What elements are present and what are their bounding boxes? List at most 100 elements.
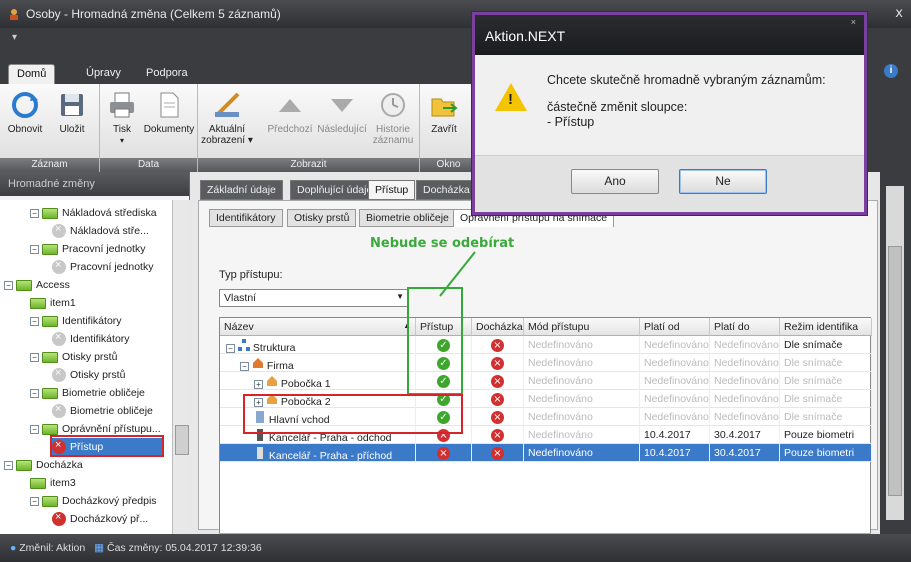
tree-node[interactable]: − Docházka [4, 456, 83, 474]
tab-content: Identifikátory Otisky prstů Biometrie ob… [198, 200, 878, 549]
window-close-button[interactable]: x [895, 6, 903, 21]
tab-zakladni-udaje[interactable]: Základní údaje [200, 180, 283, 200]
table-row-selected[interactable]: Kancelář - Praha - příchod × × Nedefinov… [220, 444, 872, 462]
left-panel-title: Hromadné změny [0, 172, 189, 196]
collapse-icon[interactable]: − [30, 316, 39, 326]
close-window-button[interactable]: Zavřít [424, 90, 464, 135]
item-icon [52, 403, 66, 418]
collapse-icon[interactable]: − [30, 208, 39, 218]
tree-node[interactable]: Identifikátory [52, 330, 130, 348]
dialog-close-icon[interactable]: × [851, 17, 856, 27]
folder-icon [16, 459, 32, 471]
tree-node[interactable]: Pracovní jednotky [52, 258, 153, 276]
tree-node[interactable]: − Biometrie obličeje [30, 384, 145, 402]
collapse-icon[interactable]: − [4, 460, 13, 470]
scrollbar-thumb[interactable] [175, 425, 189, 455]
table-row[interactable]: − Firma ✓ × Nedefinováno Nedefinováno Ne… [220, 354, 872, 372]
collapse-icon[interactable]: − [240, 362, 249, 371]
tree-node[interactable]: item3 [30, 474, 76, 492]
tree-scrollbar[interactable] [172, 200, 190, 534]
tree-node[interactable]: Nákladová stře... [52, 222, 149, 240]
window-title: Osoby - Hromadná změna (Celkem 5 záznamů… [26, 7, 281, 21]
previous-button[interactable]: Předchozí [266, 90, 314, 135]
dialog-footer: Ano Ne [475, 155, 864, 212]
tab-pristup[interactable]: Přístup [368, 180, 416, 200]
tree-node[interactable]: Docházkový př... [52, 510, 148, 528]
folder-icon [42, 207, 58, 219]
ruler-pencil-icon [214, 92, 240, 118]
subtab-biometrie-obliceje[interactable]: Biometrie obličeje [359, 209, 456, 227]
no-entry-icon [52, 511, 66, 526]
table-row[interactable]: − Struktura ✓ × Nedefinováno Nedefinován… [220, 336, 872, 354]
access-type-label: Typ přístupu: [219, 269, 283, 281]
refresh-button[interactable]: Obnovit [4, 90, 46, 135]
collapse-icon[interactable]: − [4, 280, 13, 290]
tree-node[interactable]: − Access [4, 276, 70, 294]
collapse-icon[interactable]: − [30, 424, 39, 434]
tree-node[interactable]: Otisky prstů [52, 366, 125, 384]
tree-view: −Nákladová střediska Nákladová stře... −… [0, 200, 172, 534]
highlight-access-column [407, 287, 463, 395]
subtab-identifikatory[interactable]: Identifikátory [209, 209, 283, 227]
item-icon [52, 223, 66, 238]
scrollbar-thumb[interactable] [888, 246, 902, 496]
expand-icon[interactable]: + [254, 380, 263, 389]
tree-node[interactable]: − Otisky prstů [30, 348, 117, 366]
reader-icon [257, 447, 263, 459]
column-header-rezim[interactable]: Režim identifika [780, 318, 872, 336]
print-button[interactable]: Tisk ▾ [104, 90, 140, 146]
current-view-button[interactable]: Aktuální zobrazení ▾ [200, 90, 254, 146]
info-icon[interactable]: i [884, 64, 898, 78]
tab-doplnujici-udaje[interactable]: Doplňující údaje [290, 180, 380, 200]
subtab-otisky-prstu[interactable]: Otisky prstů [287, 209, 357, 227]
folder-icon [42, 423, 58, 435]
item-icon [52, 331, 66, 346]
tree-node[interactable]: − Identifikátory [30, 312, 122, 330]
save-button[interactable]: Uložit [50, 90, 94, 135]
tree-node[interactable]: Biometrie obličeje [52, 402, 153, 420]
house-icon [253, 358, 263, 368]
tree-node[interactable]: − Docházkový předpis [30, 492, 157, 510]
column-header-dochazka[interactable]: Docházka [472, 318, 524, 336]
ribbon-group-zobrazit: Aktuální zobrazení ▾ Předchozí Následují… [198, 84, 420, 172]
confirm-dialog: Aktion.NEXT × ! Chcete skutečně hromadně… [472, 12, 867, 215]
table-row[interactable]: + Pobočka 1 ✓ × Nedefinováno Nedefinován… [220, 372, 872, 390]
column-header-plati-od[interactable]: Platí od [640, 318, 710, 336]
column-header-mod-pristupu[interactable]: Mód přístupu [524, 318, 640, 336]
collapse-icon[interactable]: − [30, 388, 39, 398]
access-type-select[interactable]: Vlastní ▼ [219, 289, 409, 307]
collapse-icon[interactable]: − [30, 496, 39, 506]
refresh-icon [12, 92, 38, 118]
highlight-selected-node [50, 435, 164, 457]
quick-access-dropdown-icon[interactable]: ▾ [12, 32, 17, 43]
main-area: Základní údaje Doplňující údaje Přístup … [190, 172, 880, 549]
ribbon-group-label: Okno [420, 158, 477, 172]
status-bar: ● Změnil: Aktion ▦ Čas změny: 05.04.2017… [0, 534, 911, 562]
main-vertical-scrollbar[interactable] [880, 172, 911, 534]
ribbon-group-data: Tisk ▾ Dokumenty Data [100, 84, 198, 172]
no-button[interactable]: Ne [679, 169, 767, 194]
collapse-icon[interactable]: − [226, 344, 235, 353]
tab-dochazka[interactable]: Docházka [416, 180, 477, 200]
tab-podpora[interactable]: Podpora [138, 64, 196, 84]
item-icon [52, 259, 66, 274]
collapse-icon[interactable]: − [30, 352, 39, 362]
column-header-plati-do[interactable]: Platí do [710, 318, 780, 336]
tree-node[interactable]: − Nákladová střediska [30, 204, 157, 222]
history-button[interactable]: Historie záznamu [370, 90, 416, 146]
cross-icon: × [491, 429, 504, 442]
tree-node[interactable]: item1 [30, 294, 76, 312]
tab-upravy[interactable]: Úpravy [78, 64, 129, 84]
documents-button[interactable]: Dokumenty [142, 90, 196, 135]
tree-node[interactable]: − Pracovní jednotky [30, 240, 145, 258]
ribbon-group-label: Data [100, 158, 197, 172]
tab-domu[interactable]: Domů [8, 64, 56, 84]
folder-icon [30, 477, 46, 489]
arrow-down-icon [331, 99, 353, 112]
document-icon [160, 92, 179, 118]
item-icon [52, 367, 66, 382]
yes-button[interactable]: Ano [571, 169, 659, 194]
column-header-nazev[interactable]: Název ▲ [220, 318, 416, 336]
next-button[interactable]: Následující [316, 90, 368, 135]
collapse-icon[interactable]: − [30, 244, 39, 254]
